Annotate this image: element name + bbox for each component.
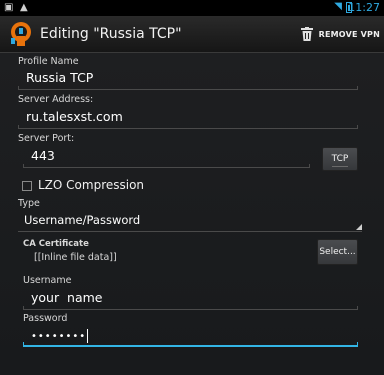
- lzo-checkbox[interactable]: [22, 181, 32, 191]
- status-bar: ▣ ▲ ◥ 11:27: [0, 0, 384, 16]
- select-button-label: Select...: [319, 247, 356, 257]
- server-address-field[interactable]: ru.talesxst.com: [18, 107, 358, 129]
- page-title: Editing "Russia TCP": [40, 26, 182, 42]
- profile-form: Profile Name Russia TCP Server Address: …: [0, 53, 384, 375]
- android-notification-icon: ▲: [20, 2, 28, 13]
- server-address-value: ru.talesxst.com: [26, 109, 123, 124]
- protocol-button[interactable]: TCP: [322, 147, 358, 171]
- password-field[interactable]: ••••••••: [23, 325, 358, 347]
- type-value: Username/Password: [24, 213, 141, 227]
- profile-name-field[interactable]: Russia TCP: [18, 68, 358, 90]
- clock: 11:27: [348, 1, 380, 14]
- protocol-button-label: TCP: [331, 154, 349, 164]
- profile-name-label: Profile Name: [18, 56, 79, 67]
- username-field[interactable]: your name: [23, 288, 358, 310]
- remove-vpn-label: REMOVE VPN: [318, 29, 380, 39]
- ca-certificate-label: CA Certificate: [23, 239, 89, 249]
- ca-certificate-value: [[Inline file data]]: [34, 252, 117, 263]
- password-label: Password: [23, 313, 68, 324]
- password-value: ••••••••: [31, 331, 87, 342]
- server-port-value: 443: [31, 148, 55, 163]
- spinner-arrow-icon: [356, 224, 362, 230]
- server-port-field[interactable]: 443: [23, 146, 310, 168]
- select-certificate-button[interactable]: Select...: [317, 239, 358, 265]
- username-label: Username: [23, 275, 72, 286]
- remove-vpn-button[interactable]: REMOVE VPN: [300, 23, 380, 45]
- type-spinner[interactable]: Username/Password: [18, 210, 362, 232]
- server-port-label: Server Port:: [18, 133, 75, 144]
- action-bar: Editing "Russia TCP" REMOVE VPN: [0, 16, 384, 53]
- openvpn-app-icon[interactable]: [8, 21, 34, 47]
- lzo-label[interactable]: LZO Compression: [38, 178, 144, 192]
- profile-name-value: Russia TCP: [26, 70, 94, 85]
- type-label: Type: [18, 198, 40, 209]
- username-value: your name: [31, 290, 103, 305]
- image-notification-icon: ▣: [4, 2, 14, 13]
- wifi-icon: ◥: [334, 1, 342, 12]
- text-cursor: [87, 328, 89, 343]
- trash-icon: [300, 27, 313, 41]
- server-address-label: Server Address:: [18, 94, 94, 105]
